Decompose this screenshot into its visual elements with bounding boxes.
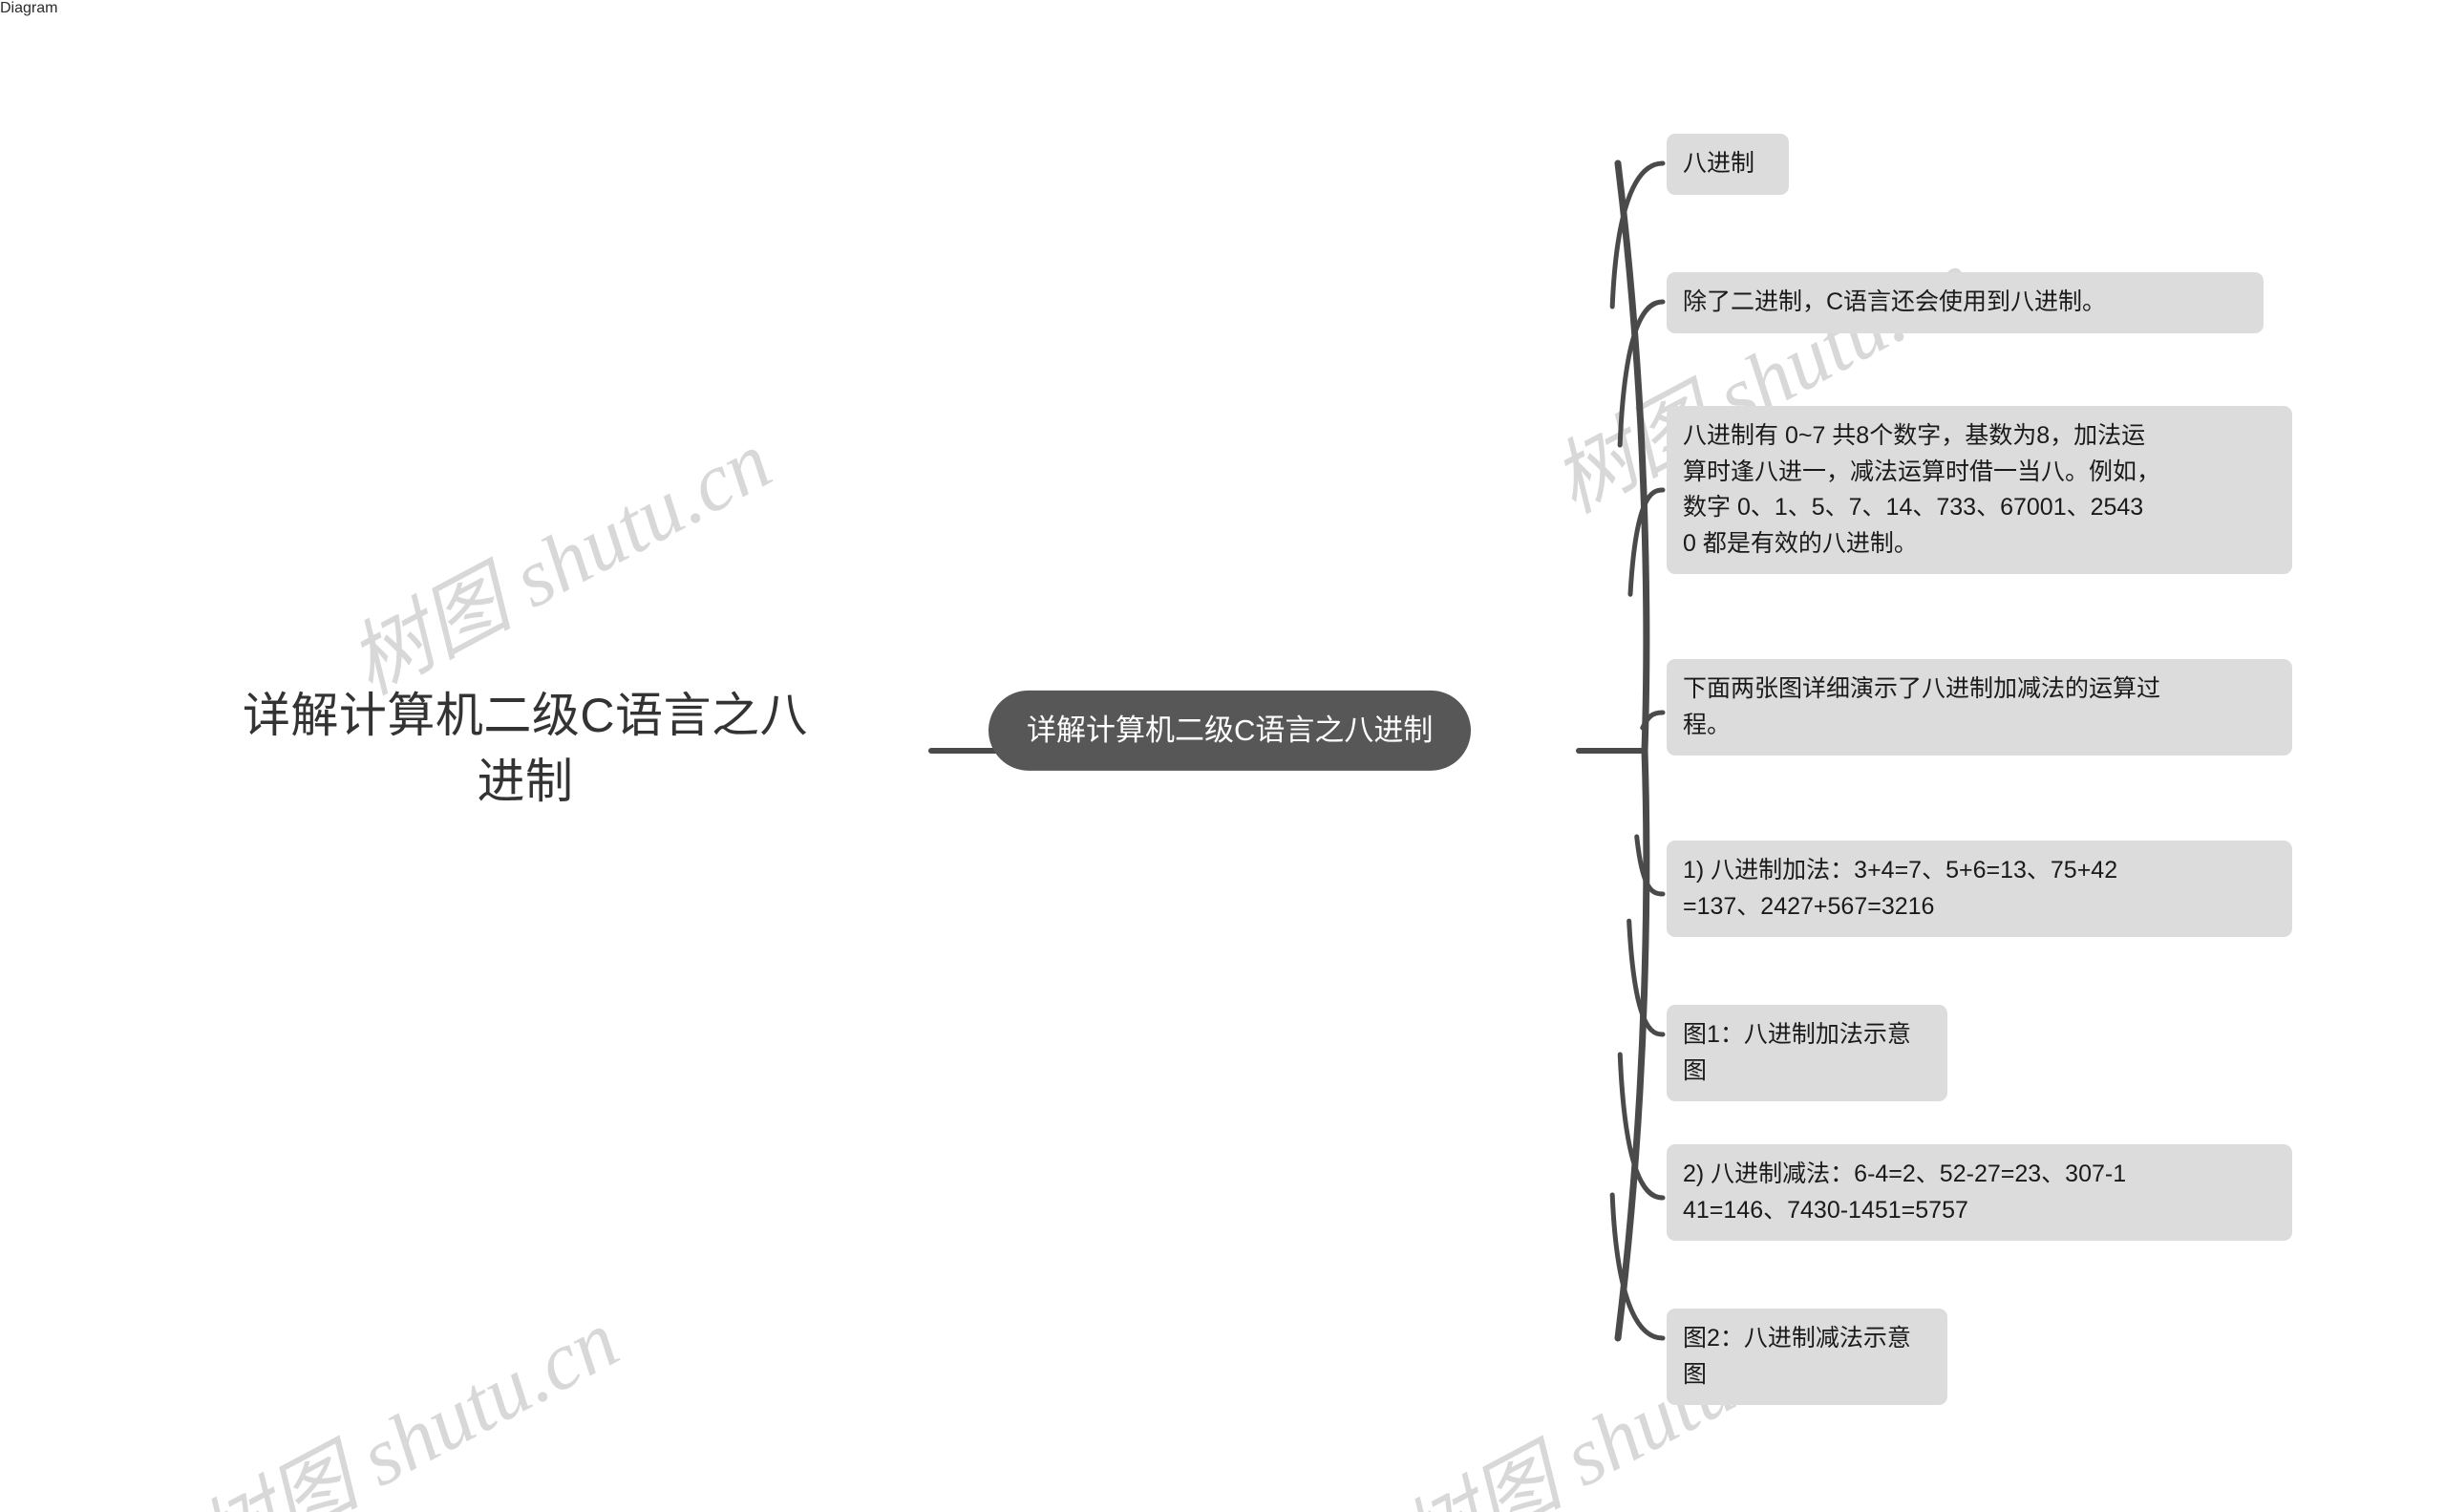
branch-two-figures[interactable]: 下面两张图详细演示了八进制加减法的运算过 程。 (1667, 659, 2292, 756)
watermark: 树图 shutu.cn (334, 414, 785, 713)
branch-bajinzhi[interactable]: 八进制 (1667, 134, 1789, 195)
page-title: 详解计算机二级C语言之八进制 (242, 689, 809, 808)
connector-path (1617, 299, 1666, 448)
branch-node-label: 1) 八进制加法：3+4=7、5+6=13、75+42 =137、2427+56… (1683, 857, 2118, 920)
connector-path (1634, 834, 1666, 897)
connector-path (1617, 1052, 1666, 1201)
mindmap-canvas: 树图 shutu.cn 树图 shutu.cn 树图 shutu.cn 树图 shut… (0, 0, 2445, 1512)
branch-node-label: 2) 八进制减法：6-4=2、52-27=23、307-1 41=146、743… (1683, 1161, 2127, 1224)
branch-figure2[interactable]: 图2：八进制减法示意图 (1667, 1309, 1947, 1405)
connector-path (1640, 710, 1666, 731)
branch-addition[interactable]: 1) 八进制加法：3+4=7、5+6=13、75+42 =137、2427+56… (1667, 841, 2292, 937)
branch-subtraction[interactable]: 2) 八进制减法：6-4=2、52-27=23、307-1 41=146、743… (1667, 1144, 2292, 1241)
branch-node-label: 图1：八进制加法示意图 (1683, 1021, 1911, 1084)
branch-definition[interactable]: 八进制有 0~7 共8个数字，基数为8，加法运 算时逢八进一，减法运算时借一当八… (1667, 406, 2292, 574)
branch-figure1[interactable]: 图1：八进制加法示意图 (1667, 1005, 1947, 1101)
connector-path (1627, 487, 1666, 597)
connector-path (1609, 160, 1666, 309)
connector-path (1609, 1192, 1666, 1341)
connector-path (1626, 918, 1666, 1037)
center-node[interactable]: 详解计算机二级C语言之八进制 (989, 690, 1472, 772)
branch-node-label: 图2：八进制减法示意图 (1683, 1325, 1911, 1388)
branch-node-label: 八进制有 0~7 共8个数字，基数为8，加法运 算时逢八进一，减法运算时借一当八… (1683, 422, 2161, 557)
center-node-label: 详解计算机二级C语言之八进制 (1027, 713, 1434, 747)
branch-node-label: 八进制 (1683, 150, 1755, 177)
branch-node-label: 除了二进制，C语言还会使用到八进制。 (1683, 288, 2107, 315)
branch-node-label: 下面两张图详细演示了八进制加减法的运算过 程。 (1683, 675, 2161, 738)
branch-intro[interactable]: 除了二进制，C语言还会使用到八进制。 (1667, 272, 2264, 333)
connector-path (1614, 160, 1650, 1342)
watermark: 树图 shutu.cn (181, 1292, 632, 1512)
